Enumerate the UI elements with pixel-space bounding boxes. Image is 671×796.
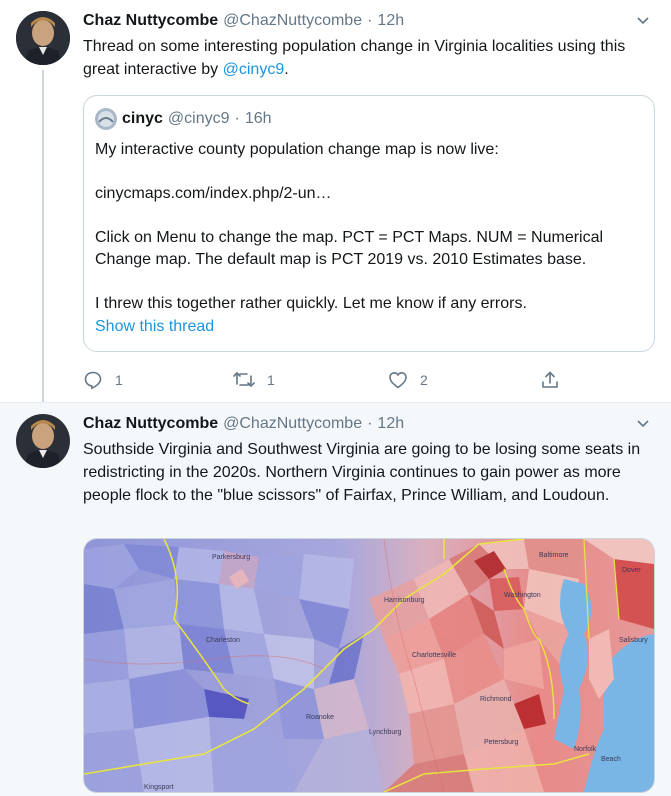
map-label-harrisonburg: Harrisonburg [384,597,425,604]
separator-dot: · [234,110,240,127]
map-label-dover: Dover [622,567,641,574]
map-label-norfolk: Norfolk [574,746,597,753]
author-handle[interactable]: @ChazNuttycombe [223,12,362,30]
avatar-image [16,414,70,468]
thread-connector-line [42,70,44,402]
author-name[interactable]: Chaz Nuttycombe [83,415,218,433]
quoted-tweet[interactable]: cinyc @cinyc9 · 16h My interactive count… [83,95,655,352]
like-button[interactable]: 2 [388,366,428,394]
tweet-text-body: Thread on some interesting population ch… [83,38,626,78]
quoted-tweet-header: cinyc @cinyc9 · 16h [95,108,272,130]
map-label-charleston: Charleston [206,637,240,644]
quoted-paragraph: cinycmaps.com/index.php/2-un… [95,185,332,202]
show-thread-link[interactable]: Show this thread [95,318,214,336]
tweet-header: Chaz Nuttycombe @ChazNuttycombe · 12h [83,12,631,32]
map-label-kingsport: Kingsport [144,784,174,791]
map-label-richmond: Richmond [480,696,512,703]
population-change-map-image[interactable]: Parkersburg Charleston Harrisonburg Wash… [83,538,655,793]
reply-count: 1 [115,372,123,388]
map-label-washington: Washington [504,592,541,599]
map-label-roanoke: Roanoke [306,714,334,721]
avatar-image [16,11,70,65]
map-label-baltimore: Baltimore [539,552,569,559]
map-label-beach: Beach [601,756,621,763]
caret-down-icon[interactable] [635,12,651,28]
tweet-time[interactable]: 12h [377,415,404,433]
tweet-text: Thread on some interesting population ch… [83,35,651,81]
reply-button[interactable]: 1 [83,366,123,394]
avatar[interactable] [16,414,70,468]
tweet-text: Southside Virginia and Southwest Virgini… [83,441,641,504]
retweet-icon [233,372,255,387]
share-button[interactable] [540,366,560,394]
caret-down-icon[interactable] [635,415,651,431]
map-label-charlottesville: Charlottesville [412,652,456,659]
quoted-tweet-time: 16h [244,110,272,127]
retweet-count: 1 [267,372,275,388]
author-handle[interactable]: @ChazNuttycombe [223,415,362,433]
retweet-button[interactable]: 1 [233,366,275,394]
separator-dot: · [367,415,373,432]
quoted-author-name: cinyc [122,110,163,127]
quoted-paragraph: Click on Menu to change the map. PCT = P… [95,229,604,268]
share-icon [542,371,558,388]
mention-link[interactable]: @cinyc9 [223,61,285,78]
separator-dot: · [367,12,373,29]
like-count: 2 [420,372,428,388]
quoted-paragraph: I threw this together rather quickly. Le… [95,295,527,312]
author-name[interactable]: Chaz Nuttycombe [83,12,218,30]
like-icon [389,372,407,389]
map-label-lynchburg: Lynchburg [369,729,402,736]
map-label-parkersburg: Parkersburg [212,554,250,561]
tweet-actions: 1 1 2 [83,366,563,394]
quoted-avatar [95,108,117,130]
quoted-tweet-text: My interactive county population change … [95,139,640,315]
quoted-author-handle: @cinyc9 [167,110,230,127]
map-label-salisbury: Salisbury [619,637,648,644]
tweet-2[interactable]: Chaz Nuttycombe @ChazNuttycombe · 12h So… [0,402,671,796]
tweet-1[interactable]: Chaz Nuttycombe @ChazNuttycombe · 12h Th… [0,0,671,402]
map-label-petersburg: Petersburg [484,739,518,746]
tweet-header: Chaz Nuttycombe @ChazNuttycombe · 12h [83,415,631,435]
reply-icon [84,371,102,389]
avatar[interactable] [16,11,70,65]
tweet-time[interactable]: 12h [377,12,404,30]
quoted-paragraph: My interactive county population change … [95,141,499,158]
tweet-text-end: . [284,61,289,78]
